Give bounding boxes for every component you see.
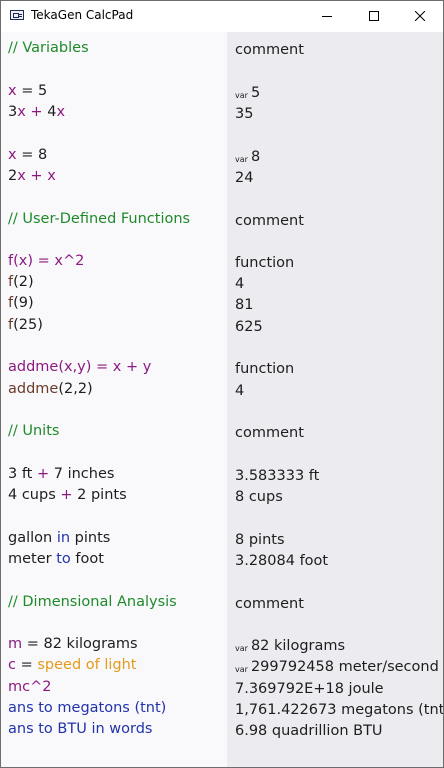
result-line: 24 bbox=[235, 170, 254, 186]
result-line: var 82 kilograms bbox=[235, 638, 346, 654]
minimize-icon bbox=[322, 16, 332, 17]
result-line: function bbox=[235, 255, 295, 271]
result-line: 35 bbox=[235, 106, 254, 122]
window-title: TekaGen CalcPad bbox=[31, 8, 134, 22]
expression-line[interactable]: f(2) bbox=[8, 273, 34, 291]
expression-line[interactable]: 4 cups + 2 pints bbox=[8, 486, 127, 504]
result-line: function bbox=[235, 361, 295, 377]
result-line: 625 bbox=[235, 319, 263, 335]
close-icon bbox=[415, 11, 425, 21]
result-line: 3.583333 ft bbox=[235, 468, 320, 484]
result-line: comment bbox=[235, 425, 304, 441]
result-line: 4 bbox=[235, 276, 245, 292]
comment-line[interactable]: // Units bbox=[8, 422, 59, 440]
calcpad-window: TekaGen CalcPad // Variables comment x =… bbox=[0, 0, 444, 768]
expression-line[interactable]: 3x + 4x bbox=[8, 103, 65, 121]
result-line: comment bbox=[235, 596, 304, 612]
expression-line[interactable]: addme(2,2) bbox=[8, 380, 93, 398]
expression-line[interactable]: m = 82 kilograms bbox=[8, 635, 138, 653]
result-line: 81 bbox=[235, 297, 254, 313]
result-line: 8 cups bbox=[235, 489, 283, 505]
result-line: 3.28084 foot bbox=[235, 553, 329, 569]
maximize-icon bbox=[369, 11, 379, 21]
result-line: 1,761.422673 megatons (tnt) bbox=[235, 702, 444, 718]
expression-line[interactable]: meter to foot bbox=[8, 550, 104, 568]
result-line: 7.369792E+18 joule bbox=[235, 681, 384, 697]
close-button[interactable] bbox=[397, 1, 443, 32]
result-line: 8 pints bbox=[235, 532, 285, 548]
result-line: comment bbox=[235, 42, 304, 58]
expression-line[interactable]: x = 5 bbox=[8, 82, 47, 100]
expression-line[interactable]: ans to BTU in words bbox=[8, 720, 152, 738]
expression-line[interactable]: 3 ft + 7 inches bbox=[8, 465, 114, 483]
comment-line[interactable]: // User-Defined Functions bbox=[8, 210, 190, 228]
result-line: var 299792458 meter/second bbox=[235, 659, 439, 675]
result-line: var 8 bbox=[235, 149, 261, 165]
expression-line[interactable]: c = speed of light bbox=[8, 656, 137, 674]
app-icon bbox=[10, 10, 24, 20]
expression-line[interactable]: ans to megatons (tnt) bbox=[8, 699, 166, 717]
maximize-button[interactable] bbox=[351, 1, 397, 32]
comment-line[interactable]: // Variables bbox=[8, 39, 89, 57]
result-line: var 5 bbox=[235, 85, 261, 101]
expression-line[interactable]: mc^2 bbox=[8, 678, 51, 696]
title-bar: TekaGen CalcPad bbox=[1, 1, 443, 32]
expression-line[interactable]: x = 8 bbox=[8, 146, 47, 164]
expression-line[interactable]: f(9) bbox=[8, 294, 34, 312]
result-line: 6.98 quadrillion BTU bbox=[235, 723, 383, 739]
comment-line[interactable]: // Dimensional Analysis bbox=[8, 593, 177, 611]
expression-line[interactable]: 2x + x bbox=[8, 167, 56, 185]
expression-line[interactable]: f(25) bbox=[8, 316, 43, 334]
expression-line[interactable]: f(x) = x^2 bbox=[8, 252, 84, 270]
result-line: 4 bbox=[235, 383, 245, 399]
expression-line[interactable]: gallon in pints bbox=[8, 529, 110, 547]
expression-line[interactable]: addme(x,y) = x + y bbox=[8, 358, 151, 376]
minimize-button[interactable] bbox=[304, 1, 350, 32]
result-line: comment bbox=[235, 213, 304, 229]
